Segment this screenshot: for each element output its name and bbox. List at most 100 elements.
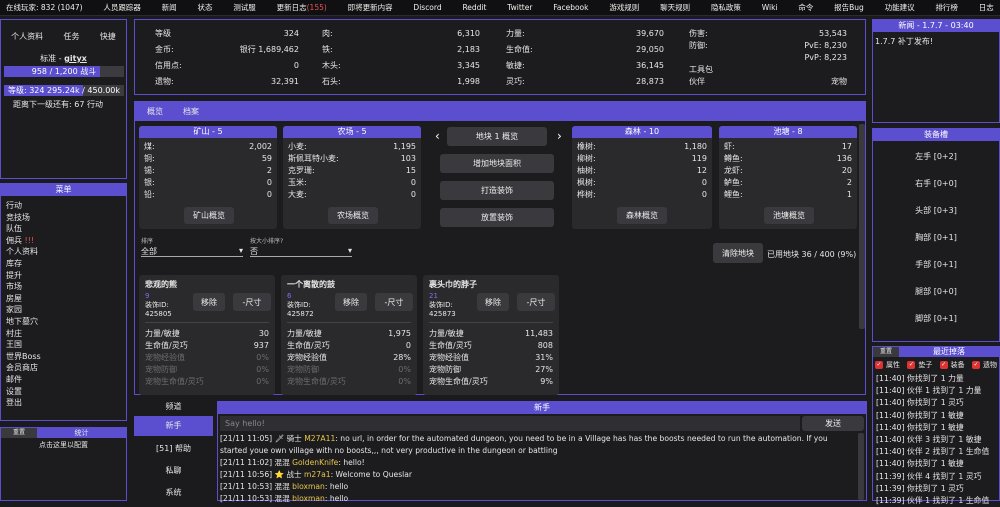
chat-scrollbar[interactable] [858,433,864,500]
menu-market[interactable]: 市场 [6,281,121,293]
nav-upcoming[interactable]: 即将更新内容 [348,2,393,13]
craft-decor-button[interactable]: 打造装饰 [440,181,554,200]
nav-privacy[interactable]: 隐私政策 [711,2,741,13]
chat-input[interactable]: Say hello! [220,416,800,431]
username[interactable]: gityx [64,54,87,63]
nav-suggest[interactable]: 功能建议 [885,2,915,13]
menu-mercenary[interactable]: 佣兵 !!! [6,235,121,247]
remove-button[interactable]: 移除 [335,293,367,311]
nav-facebook[interactable]: Facebook [553,3,588,12]
slot-legs[interactable]: 腿部 [0+0] [873,286,999,313]
sort-select[interactable]: 全部 ▾ [141,246,243,257]
nav-testserver[interactable]: 测试服 [233,2,256,13]
menu-action[interactable]: 行动 [6,200,121,212]
chat-username[interactable]: bloxman [292,482,325,491]
nav-changelog[interactable]: 更新日志(155) [277,2,327,13]
channel-help[interactable]: [51] 帮助 [134,438,213,460]
chat-username[interactable]: bloxman [292,494,325,503]
chevron-down-icon: ▾ [238,246,243,255]
channel-newbie[interactable]: 新手 [134,416,213,436]
shrink-button[interactable]: -尺寸 [375,293,413,311]
chat-username[interactable]: m27a1 [304,470,331,479]
menu-boost[interactable]: 提升 [6,270,121,282]
channel-private[interactable]: 私聊 [134,460,213,482]
menu-mail[interactable]: 邮件 [6,374,121,386]
menu-arena[interactable]: 竞技场 [6,212,121,224]
menu-profile[interactable]: 个人资料 [6,246,121,258]
slot-right-hand[interactable]: 右手 [0+0] [873,178,999,205]
expand-plot-button[interactable]: 增加地块面积 [440,154,554,173]
news-panel: 新闻 - 1.7.7 - 03:40 1.7.7 补丁发布! [872,19,1000,123]
chat-username[interactable]: M27A11 [304,434,335,443]
nav-tracker[interactable]: 人员跟踪器 [103,2,141,13]
tab-profile[interactable]: 个人资料 [11,31,43,42]
menu-store[interactable]: 会员商店 [6,362,121,374]
forest-overview-button[interactable]: 森林概览 [617,207,667,224]
menu-kingdom[interactable]: 王国 [6,339,121,351]
prev-plot-arrow[interactable]: ‹ [435,129,440,143]
menu-house[interactable]: 房屋 [6,293,121,305]
level-bar: 等级: 324 295.24k / 450.00k [4,85,124,96]
slot-chest[interactable]: 胸部 [0+1] [873,232,999,259]
username-line: 标准 - gityx [40,54,87,63]
drop-line: [11:40] 伙伴 3 找到了 1 敏捷 [876,435,982,445]
config-link[interactable]: 点击这里以配置 [1,440,126,450]
slot-left-hand[interactable]: 左手 [0+2] [873,151,999,178]
nav-log[interactable]: 日志 [979,2,994,13]
shrink-button[interactable]: -尺寸 [233,293,271,311]
slot-head[interactable]: 头部 [0+3] [873,205,999,232]
nav-report-bug[interactable]: 报告Bug [834,2,864,13]
place-decor-button[interactable]: 放置装饰 [440,208,554,227]
mine-overview-button[interactable]: 矿山概览 [184,207,234,224]
menu-inventory[interactable]: 库存 [6,258,121,270]
slot-feet[interactable]: 脚部 [0+1] [873,313,999,340]
nav-commands[interactable]: 命令 [798,2,813,13]
menu-world-boss[interactable]: 世界Boss [6,351,121,363]
tab-tasks[interactable]: 任务 [63,31,79,42]
slot-hands[interactable]: 手部 [0+1] [873,259,999,286]
homestead-scrollbar[interactable] [859,124,865,329]
tab-archive[interactable]: 档案 [183,106,199,117]
farm-overview-button[interactable]: 农场概览 [328,207,378,224]
nav-leaderboard[interactable]: 排行榜 [935,2,958,13]
size-sort-select[interactable]: 否 ▾ [250,246,352,257]
nav-twitter[interactable]: Twitter [507,3,532,12]
tab-stats[interactable]: 统计 [37,428,126,438]
filter-attr-checkbox[interactable]: ✓ 属性 [875,360,900,370]
filter-mat-checkbox[interactable]: ✓ 垫子 [907,360,932,370]
remove-button[interactable]: 移除 [477,293,509,311]
tab-reset[interactable]: 重置 [1,428,37,438]
menu-homestead[interactable]: 家园 [6,304,121,316]
menu-settings[interactable]: 设置 [6,386,121,398]
plot-overview-button[interactable]: 地块 1 概览 [447,127,547,146]
nav-game-rules[interactable]: 游戏规则 [609,2,639,13]
decor-name: 裹头巾的脖子 [429,280,477,289]
menu-party[interactable]: 队伍 [6,223,121,235]
filter-relic-checkbox[interactable]: ✓ 遗物 [971,360,997,370]
menu-village[interactable]: 村庄 [6,328,121,340]
drops-reset-tab[interactable]: 重置 [873,347,899,357]
nav-reddit[interactable]: Reddit [462,3,486,12]
nav-status[interactable]: 状态 [198,2,213,13]
shrink-button[interactable]: -尺寸 [517,293,555,311]
drops-panel: 重置 最近掉落 ✓ 属性 ✓ 垫子 ✓ 装备 ✓ 遗物 [11:40] 你找到了 1 力… [872,346,1000,505]
tab-shortcuts[interactable]: 快捷 [100,31,116,42]
stats-col-2: 肉: 6,310 铁: 2,183 木头: 3,345 石头: 1,998 [322,29,480,86]
filter-equip-checkbox[interactable]: ✓ 装备 [939,360,965,370]
sword-icon: 🗡 [274,434,285,443]
menu-title: 菜单 [1,184,126,196]
remove-button[interactable]: 移除 [193,293,225,311]
next-plot-arrow[interactable]: › [557,129,562,143]
menu-catacombs[interactable]: 地下墓穴 [6,316,121,328]
nav-chat-rules[interactable]: 聊天规则 [660,2,690,13]
nav-news[interactable]: 新闻 [162,2,177,13]
chat-username[interactable]: GoldenKnife [292,458,338,467]
nav-wiki[interactable]: Wiki [762,3,778,12]
send-button[interactable]: 发送 [802,416,864,431]
nav-discord[interactable]: Discord [413,3,441,12]
tab-overview[interactable]: 概览 [147,106,163,117]
menu-logout[interactable]: 登出 [6,397,121,409]
clear-plot-button[interactable]: 清除地块 [713,243,763,263]
decor-card: 一个离散的鼓 6 装饰ID: 425872 移除 -尺寸 力量/敏捷 1,975 … [281,275,417,395]
pond-overview-button[interactable]: 池塘概览 [764,207,814,224]
